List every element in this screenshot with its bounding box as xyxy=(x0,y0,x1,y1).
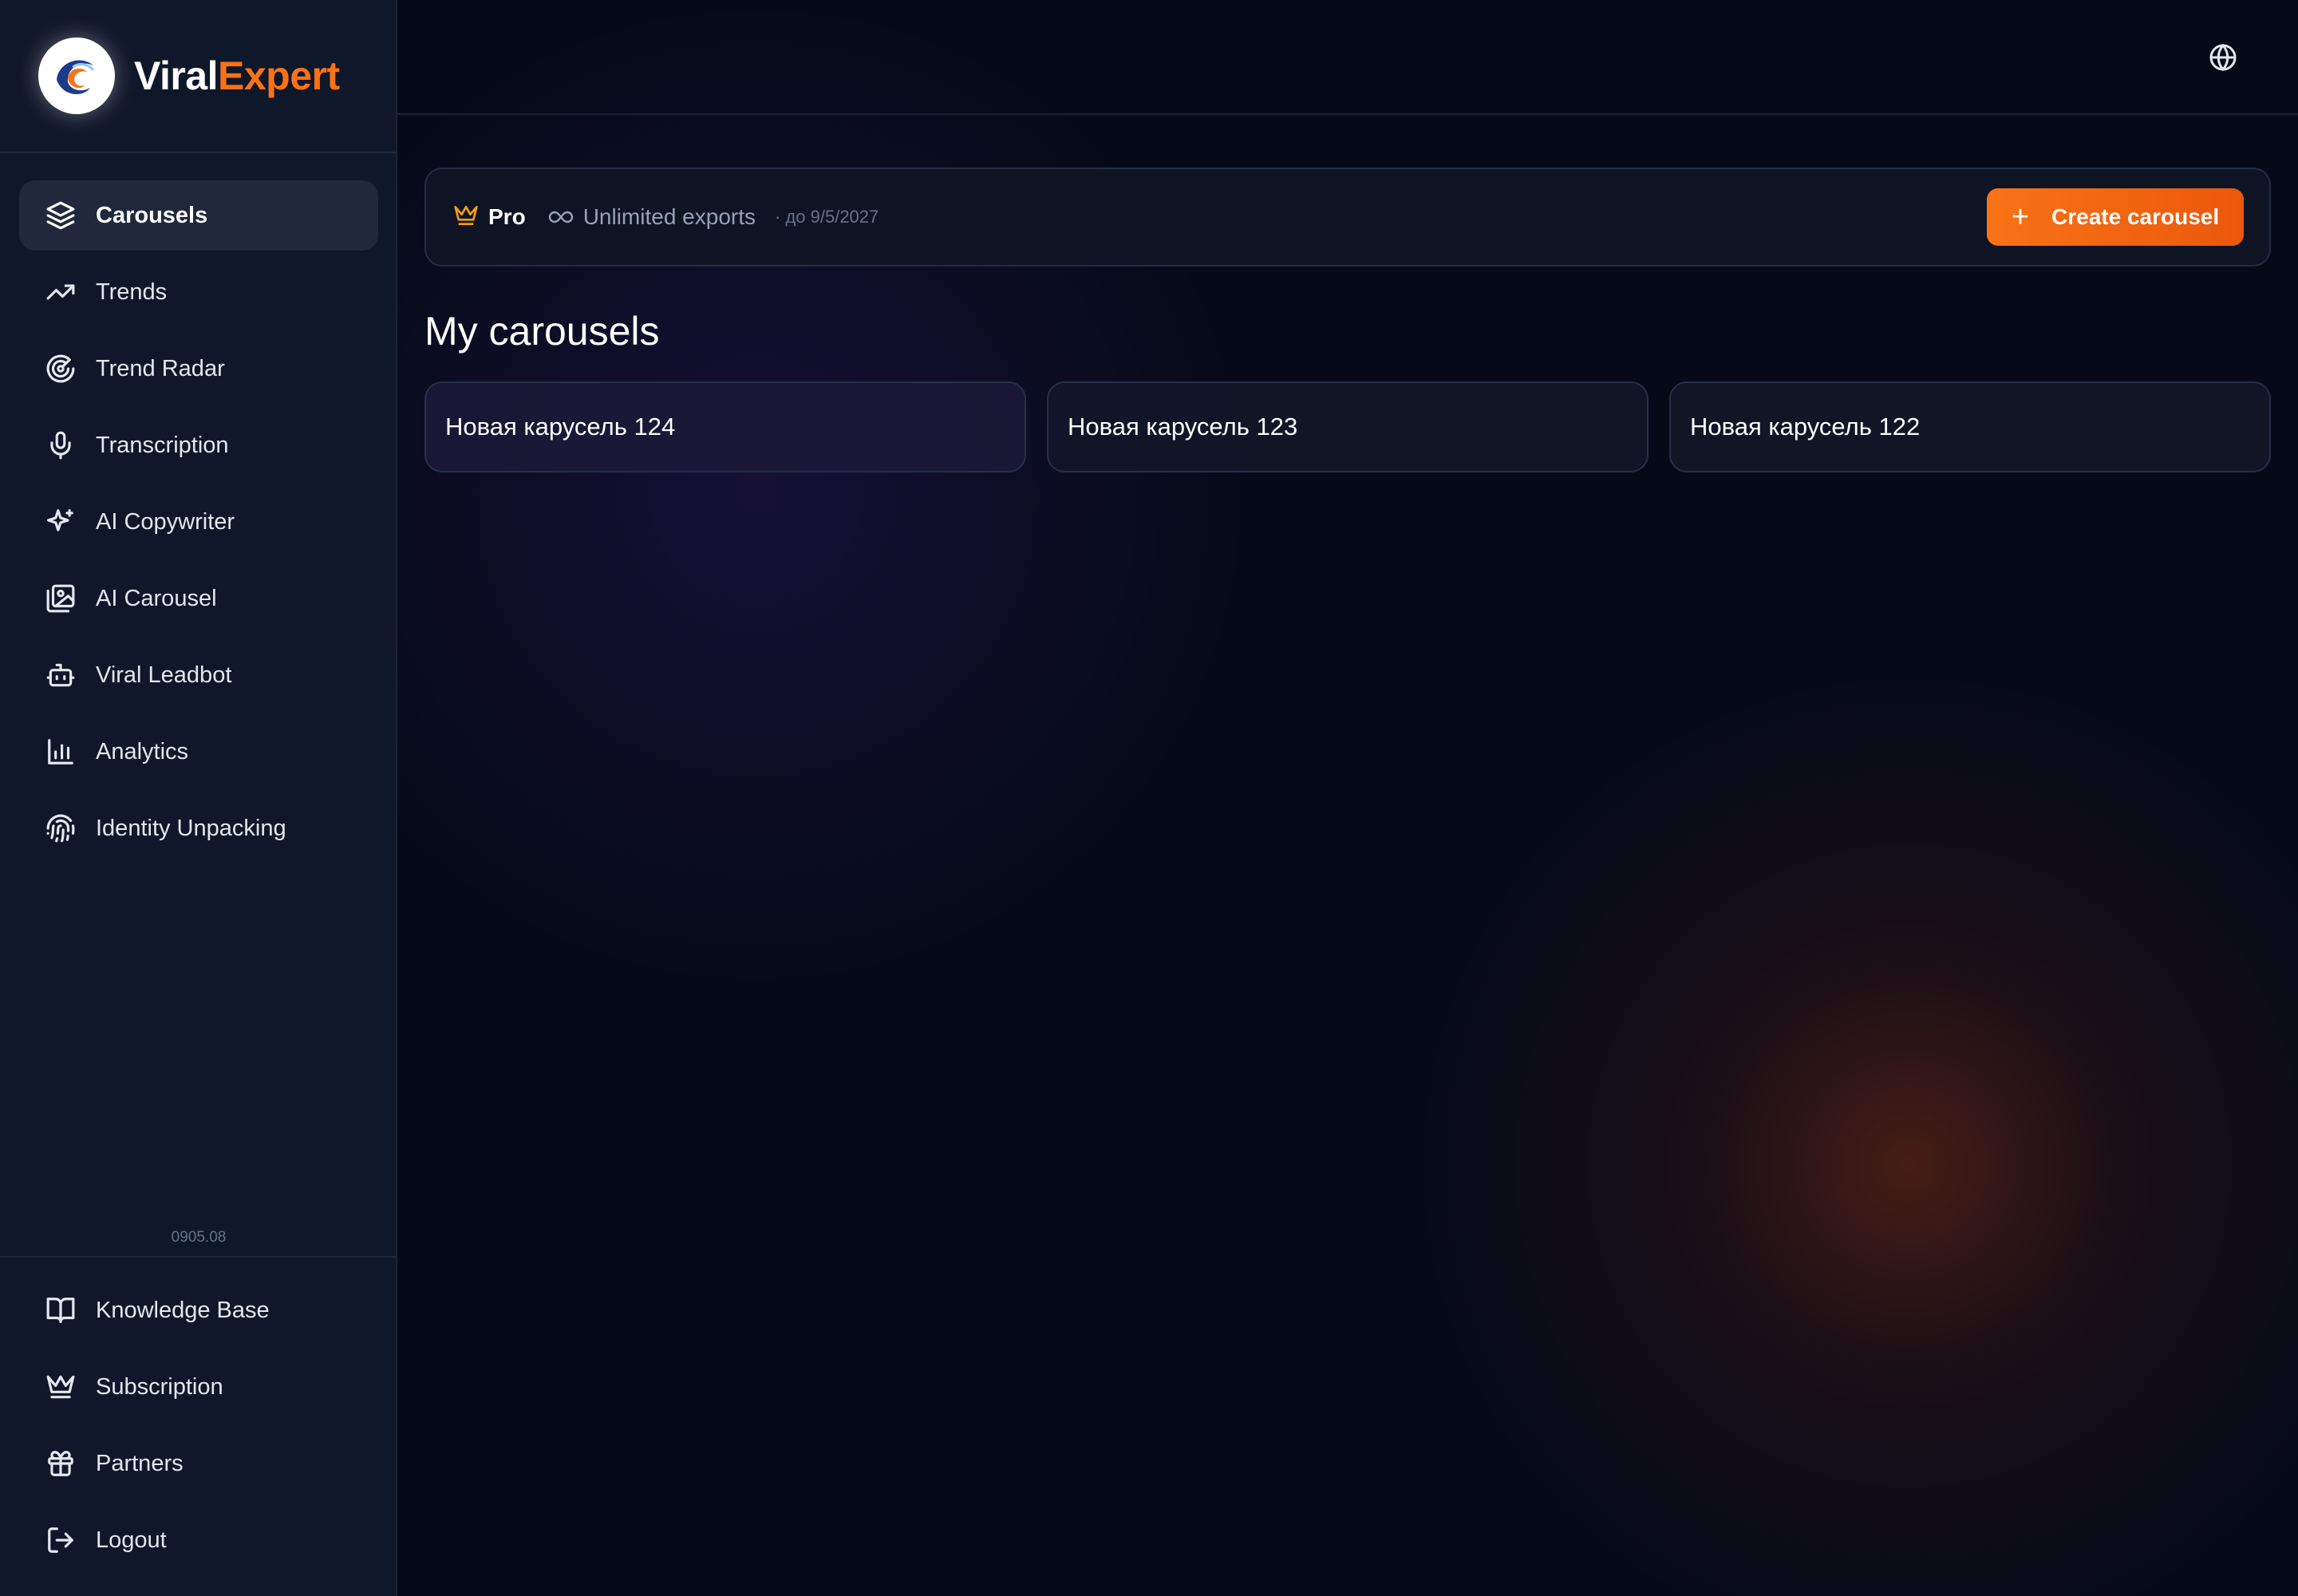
sidebar-item-knowledge-base[interactable]: Knowledge Base xyxy=(19,1275,377,1345)
sidebar-item-label: AI Carousel xyxy=(96,585,217,611)
bot-icon xyxy=(45,659,77,691)
radar-icon xyxy=(45,353,77,385)
microphone-icon xyxy=(45,429,77,461)
exports-status: Unlimited exports xyxy=(582,204,756,229)
sidebar-item-label: Knowledge Base xyxy=(96,1297,270,1323)
sidebar-item-trend-radar[interactable]: Trend Radar xyxy=(19,334,378,404)
sidebar: ViralExpert Carousels Trends Trend Radar xyxy=(0,0,397,1596)
images-icon xyxy=(45,583,77,614)
plan-name: Pro xyxy=(488,204,526,229)
sidebar-item-label: Identity Unpacking xyxy=(96,815,286,841)
plus-icon: + xyxy=(2011,200,2030,234)
sidebar-item-logout[interactable]: Logout xyxy=(19,1505,377,1575)
trending-up-icon xyxy=(45,276,77,308)
carousel-title: Новая карусель 124 xyxy=(445,413,676,440)
book-open-icon xyxy=(45,1294,77,1326)
logo-icon[interactable] xyxy=(38,38,115,114)
sidebar-item-label: Subscription xyxy=(96,1373,223,1400)
sidebar-item-label: Trend Radar xyxy=(96,355,225,381)
sidebar-item-label: Viral Leadbot xyxy=(96,662,232,688)
sidebar-item-label: Analytics xyxy=(96,738,189,764)
carousel-title: Новая карусель 123 xyxy=(1068,413,1298,440)
sidebar-item-transcription[interactable]: Transcription xyxy=(19,410,378,480)
sidebar-item-label: Trends xyxy=(96,279,168,305)
main-nav: Carousels Trends Trend Radar Transcripti… xyxy=(19,180,378,870)
main-content: Pro Unlimited exports · до 9/5/2027 + Cr… xyxy=(397,0,2298,1596)
sparkles-icon xyxy=(45,506,77,538)
carousel-card[interactable]: Новая карусель 122 xyxy=(1669,381,2271,472)
globe-icon[interactable] xyxy=(2209,43,2237,72)
sidebar-item-label: Logout xyxy=(96,1527,167,1553)
page-title: My carousels xyxy=(424,309,660,354)
brand-header: ViralExpert xyxy=(0,0,396,153)
bottom-nav: Knowledge Base Subscription Partners Log… xyxy=(0,1256,396,1582)
infinity-icon xyxy=(548,209,574,225)
plan-expiry: · до 9/5/2027 xyxy=(775,207,879,227)
brand-name: ViralExpert xyxy=(134,53,340,98)
carousel-card[interactable]: Новая карусель 123 xyxy=(1047,381,1648,472)
carousel-list: Новая карусель 124 Новая карусель 123 Но… xyxy=(424,381,2271,472)
sidebar-item-identity-unpacking[interactable]: Identity Unpacking xyxy=(19,793,378,863)
bar-chart-icon xyxy=(45,736,77,768)
sidebar-item-ai-carousel[interactable]: AI Carousel xyxy=(19,563,378,634)
sidebar-item-label: Transcription xyxy=(96,432,229,458)
sidebar-item-carousels[interactable]: Carousels xyxy=(19,180,378,251)
fingerprint-icon xyxy=(45,812,77,844)
sidebar-item-label: Carousels xyxy=(96,202,208,228)
sidebar-item-subscription[interactable]: Subscription xyxy=(19,1352,377,1422)
gift-icon xyxy=(45,1448,77,1479)
sidebar-item-trends[interactable]: Trends xyxy=(19,257,378,327)
sidebar-item-partners[interactable]: Partners xyxy=(19,1428,377,1499)
subscription-bar: Pro Unlimited exports · до 9/5/2027 + Cr… xyxy=(424,168,2271,267)
create-carousel-button[interactable]: + Create carousel xyxy=(1987,188,2244,246)
sidebar-item-viral-leadbot[interactable]: Viral Leadbot xyxy=(19,640,378,710)
sidebar-item-label: AI Copywriter xyxy=(96,508,235,535)
crown-icon xyxy=(45,1371,77,1403)
crown-icon xyxy=(453,203,479,232)
sidebar-item-analytics[interactable]: Analytics xyxy=(19,717,378,787)
sidebar-item-ai-copywriter[interactable]: AI Copywriter xyxy=(19,487,378,557)
layers-icon xyxy=(45,200,77,231)
carousel-card[interactable]: Новая карусель 124 xyxy=(424,381,1026,472)
logout-icon xyxy=(45,1524,77,1556)
sidebar-item-label: Partners xyxy=(96,1450,184,1476)
app-version: 0905.08 xyxy=(171,1229,227,1246)
top-bar xyxy=(397,0,2298,115)
carousel-title: Новая карусель 122 xyxy=(1690,413,1921,440)
create-carousel-label: Create carousel xyxy=(2051,204,2220,229)
